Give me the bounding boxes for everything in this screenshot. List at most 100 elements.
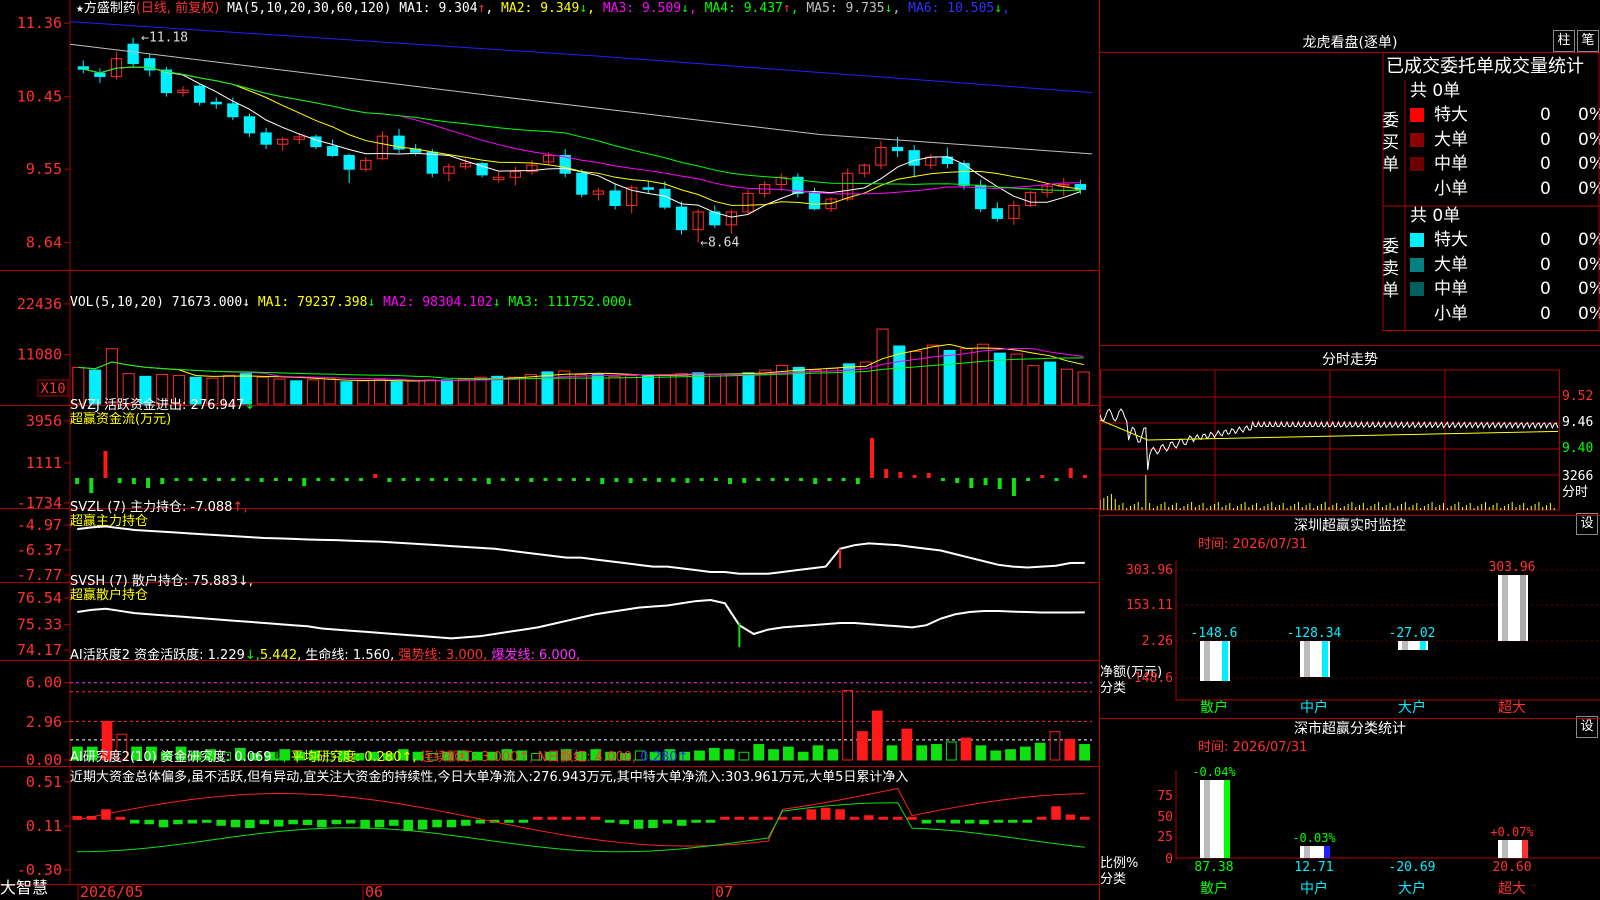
vol-ma-value-1: 98304.102 bbox=[422, 295, 493, 310]
svsh-subtitle: 超赢散户持仓 bbox=[70, 588, 149, 603]
star-icon: ★ bbox=[76, 1, 84, 16]
research-bar bbox=[993, 819, 1004, 823]
ai2-avg: 平均研究度: 0.280↑, bbox=[290, 750, 417, 765]
research-bar bbox=[547, 816, 557, 820]
fund-flow-bar bbox=[1054, 478, 1059, 481]
tick-mode-button[interactable]: 笔 bbox=[1577, 30, 1599, 52]
fund-flow-bar bbox=[657, 478, 662, 482]
research-bar bbox=[158, 819, 169, 828]
ai1-y-tick: 0.00 bbox=[26, 751, 62, 769]
research-bar bbox=[763, 816, 773, 820]
research-bar bbox=[331, 819, 342, 825]
fund-flow-bar bbox=[259, 478, 264, 482]
svzl-value: -7.088 bbox=[190, 500, 233, 515]
fund-flow-bar bbox=[571, 478, 576, 481]
sz-class-time: 时间: 2026/07/31 bbox=[1198, 740, 1308, 755]
research-bar bbox=[245, 819, 255, 829]
sz-monitor-settings-button[interactable]: 设 bbox=[1576, 513, 1598, 535]
research-bar bbox=[216, 819, 226, 826]
volume-bar bbox=[1027, 365, 1040, 405]
period-label[interactable]: (日线, 前复权) bbox=[136, 1, 219, 16]
sell-count: 0 bbox=[1540, 230, 1551, 250]
sz-class-settings-button[interactable]: 设 bbox=[1576, 716, 1598, 738]
fund-flow-bar bbox=[699, 478, 704, 481]
buy-label: 大单 bbox=[1434, 129, 1468, 150]
candle bbox=[991, 208, 1003, 219]
research-bar bbox=[806, 809, 817, 820]
research-bar bbox=[792, 816, 802, 820]
intraday-panel[interactable]: 分时走势 9.52 9.46 9.40 3266 分时 bbox=[1100, 345, 1600, 515]
fund-flow-bar bbox=[444, 478, 449, 481]
fund-flow-bar bbox=[131, 478, 136, 484]
ai2-legend: AI研究度2(10) 资金研究度: 0.069↓, 平均研究度: 0.280↑,… bbox=[70, 750, 688, 766]
research-bar bbox=[720, 816, 730, 820]
fund-flow-bar bbox=[202, 478, 207, 481]
activity-bar bbox=[857, 731, 868, 761]
activity-bar bbox=[945, 741, 957, 761]
ai1-y-tick: 6.00 bbox=[26, 674, 62, 692]
research-bar bbox=[187, 819, 198, 824]
ma-sep-2: , bbox=[688, 1, 697, 16]
vol-y-tick: 22436 bbox=[17, 295, 62, 313]
volume-bar bbox=[558, 370, 571, 405]
fund-flow-bar bbox=[117, 478, 122, 483]
fund-flow-bar bbox=[940, 478, 945, 481]
ma-label-4: MA5: bbox=[798, 1, 846, 16]
research-bar bbox=[979, 819, 989, 825]
sz-class-ratio-label: 比例% bbox=[1100, 856, 1139, 871]
fund-flow-bar bbox=[543, 478, 548, 481]
volume-bar bbox=[977, 343, 990, 405]
vol-ma-arrow-1: ↓ bbox=[492, 295, 501, 310]
research-bar bbox=[302, 819, 313, 826]
fund-flow-bar bbox=[1068, 468, 1073, 478]
fund-flow-bar bbox=[401, 478, 406, 481]
fund-flow-bar bbox=[784, 478, 789, 481]
volume-bar bbox=[457, 378, 470, 405]
activity-bar bbox=[1005, 749, 1016, 761]
research-bar bbox=[677, 819, 687, 826]
research-bar bbox=[475, 819, 485, 824]
candle bbox=[94, 72, 106, 77]
volume-bar bbox=[373, 379, 386, 405]
sz-monitor-cat-label: 分类 bbox=[1100, 681, 1127, 696]
research-bar bbox=[936, 819, 946, 823]
svzj-y-tick: 3956 bbox=[26, 412, 62, 430]
research-bar bbox=[1080, 816, 1090, 820]
x-tick-label: 07 bbox=[715, 883, 733, 900]
ai2-comment: 近期大资金总体偏多,虽不活跃,但有异动,宜关注大资金的持续性,今日大单净流入:2… bbox=[70, 770, 909, 785]
research-bar bbox=[748, 816, 759, 820]
sell-label: 特大 bbox=[1434, 230, 1468, 250]
buy-label: 中单 bbox=[1434, 154, 1468, 174]
research-bar bbox=[130, 819, 140, 824]
volume-bar bbox=[876, 328, 889, 405]
sell-count: 0 bbox=[1540, 254, 1551, 275]
research-bar bbox=[878, 816, 889, 820]
research-bar bbox=[432, 819, 442, 828]
ma-label-1: MA2: bbox=[493, 1, 541, 16]
svzl-arrow: ↑, bbox=[232, 500, 248, 515]
research-bar bbox=[907, 816, 917, 820]
ma-arrow-3: ↑ bbox=[782, 1, 791, 16]
fund-flow-bar bbox=[515, 478, 520, 481]
fund-flow-bar bbox=[671, 478, 676, 482]
vol-ma-arrow-2: ↓ bbox=[625, 295, 634, 310]
volume-bar bbox=[541, 371, 554, 405]
fund-flow-bar bbox=[898, 472, 903, 478]
research-bar bbox=[201, 819, 212, 823]
fund-flow-bar bbox=[358, 478, 363, 481]
activity-bar bbox=[827, 749, 839, 761]
bar-mode-button[interactable]: 柱 bbox=[1553, 30, 1575, 52]
fund-flow-bar bbox=[75, 478, 80, 484]
fund-flow-bar bbox=[174, 478, 179, 481]
candle bbox=[210, 101, 222, 105]
sell-label: 大单 bbox=[1434, 254, 1468, 275]
research-bar bbox=[504, 819, 514, 823]
research-bar bbox=[691, 819, 701, 823]
buy-count: 0 bbox=[1540, 178, 1551, 199]
sell-color-swatch bbox=[1410, 306, 1424, 321]
sell-percent: 0% bbox=[1578, 303, 1600, 324]
ma-label-5: MA6: bbox=[900, 1, 948, 16]
volume-bar bbox=[574, 374, 588, 405]
ai1-v2: 5.442 bbox=[259, 648, 298, 663]
research-bar bbox=[950, 819, 961, 824]
